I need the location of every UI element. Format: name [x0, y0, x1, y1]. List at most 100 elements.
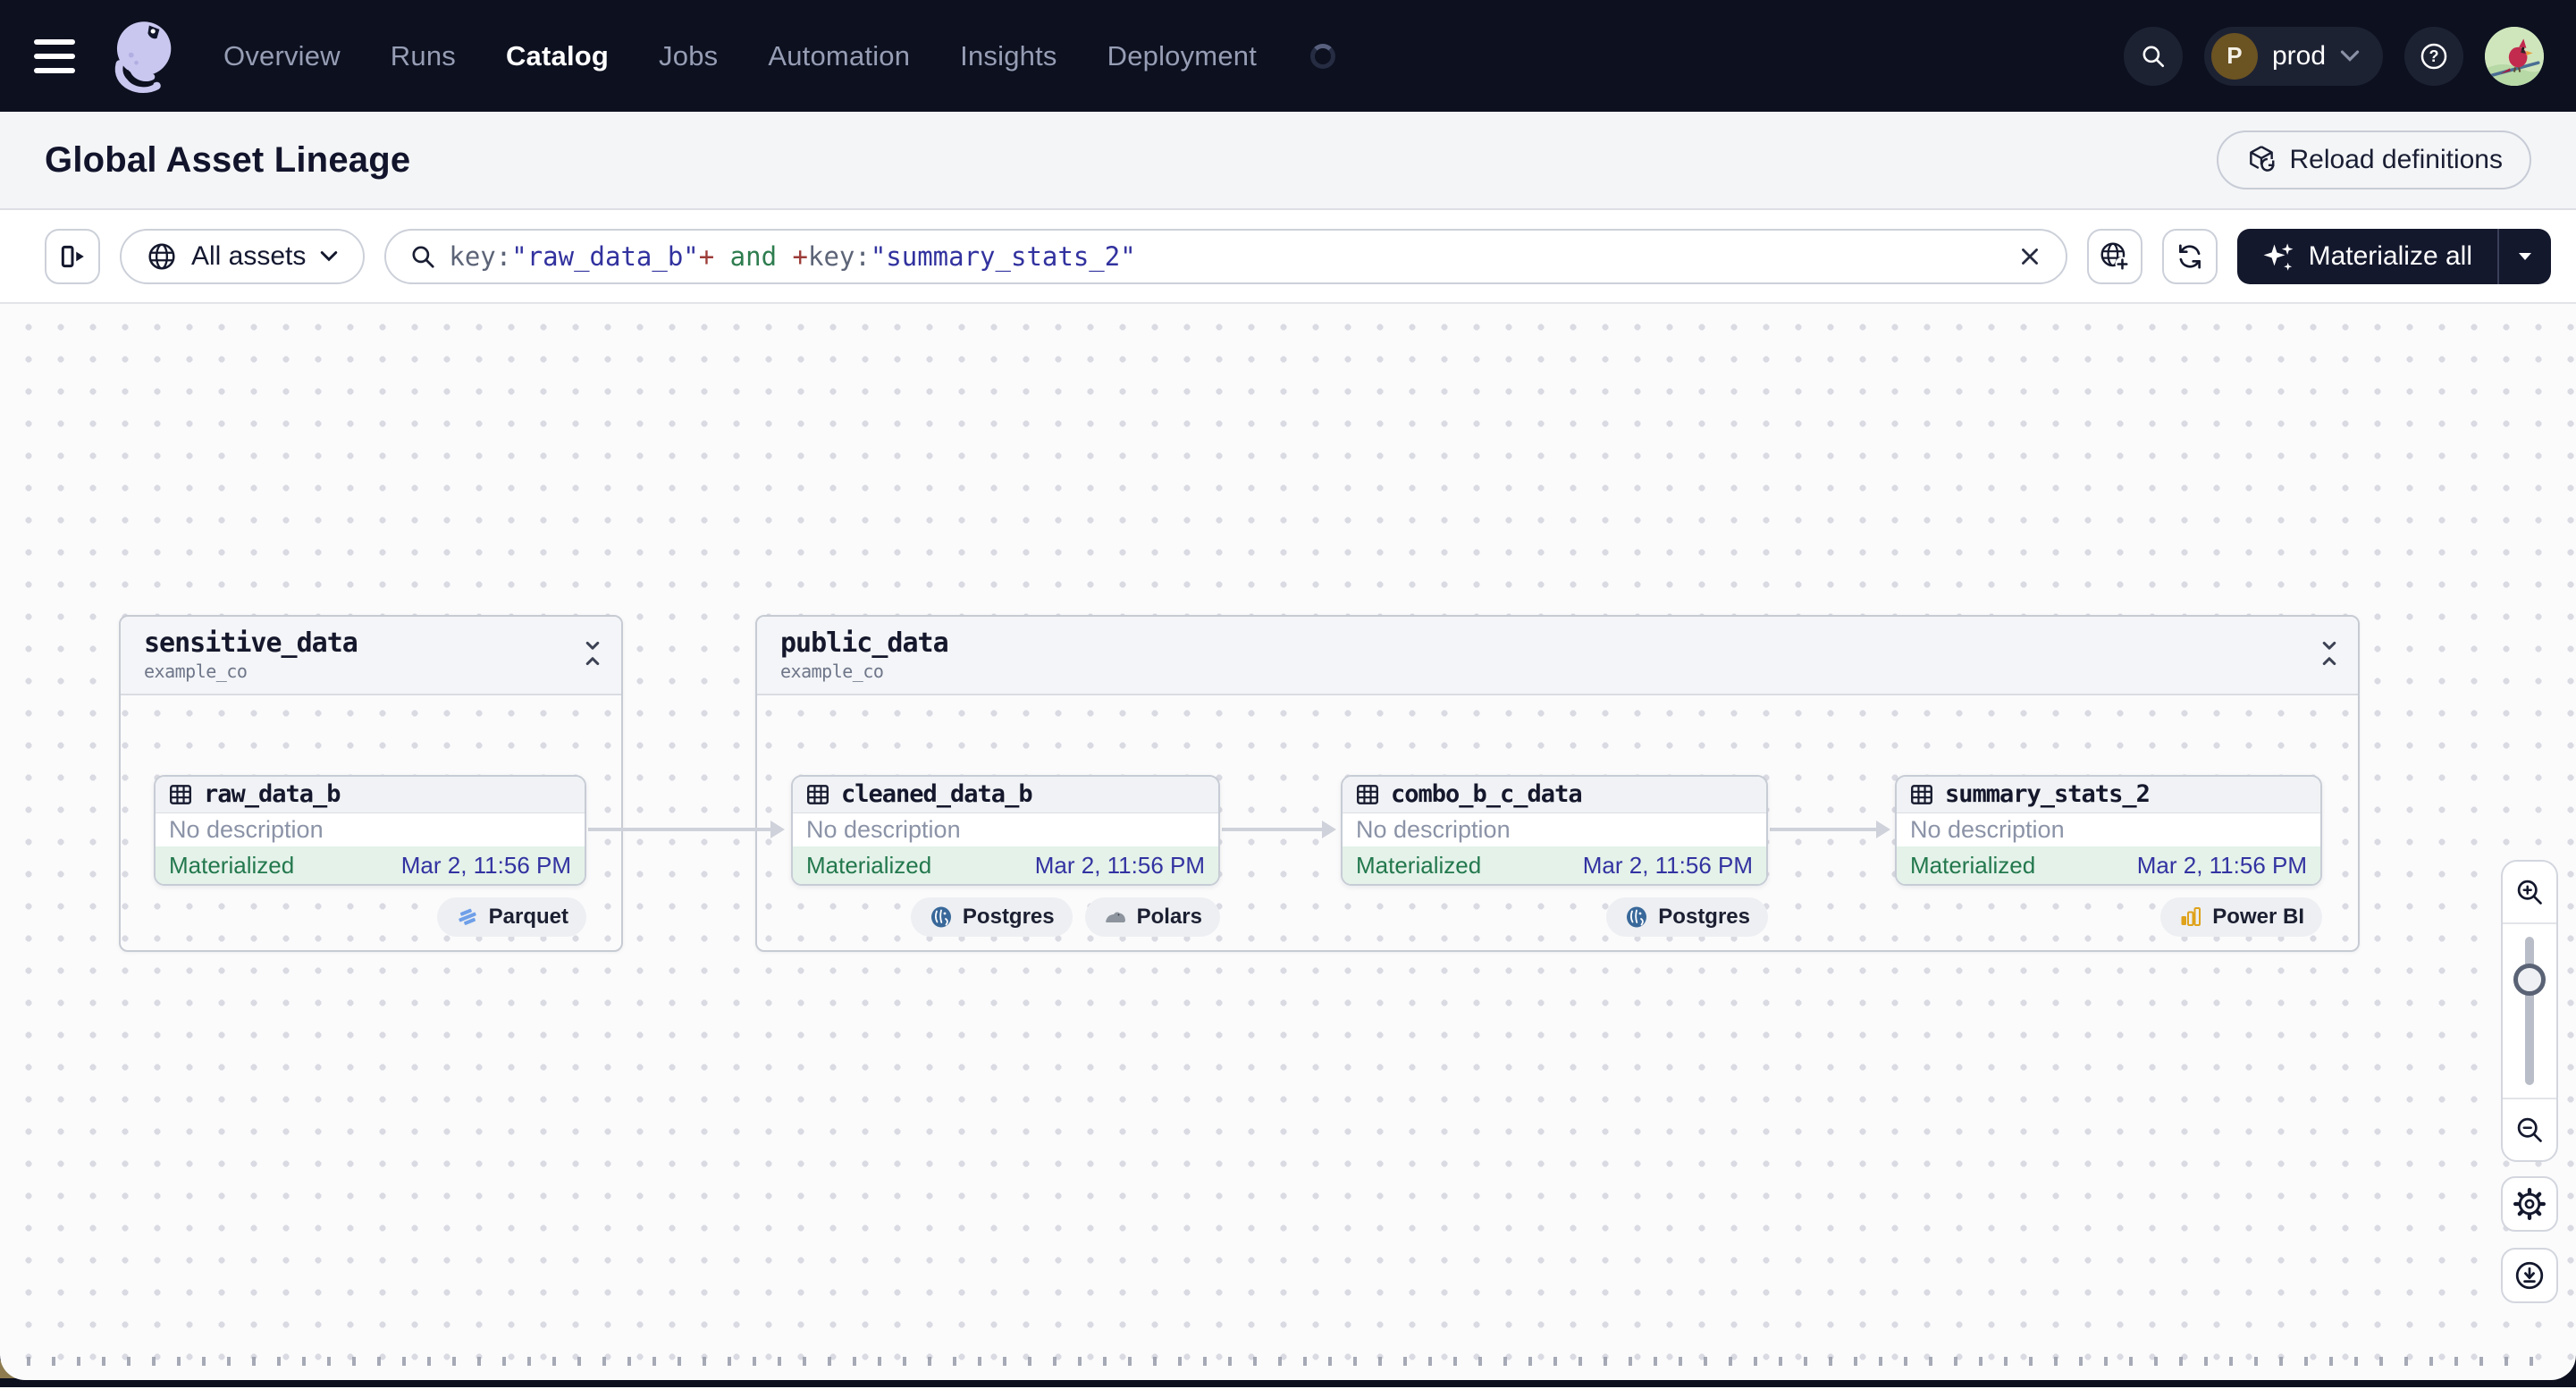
tag-postgres[interactable]: Postgres — [910, 897, 1073, 937]
user-avatar[interactable] — [2485, 26, 2544, 86]
asset-description: No description — [1910, 816, 2065, 844]
global-search-button[interactable] — [2123, 26, 2183, 86]
open-side-panel-button[interactable] — [45, 228, 100, 284]
search-query-text: key:"raw_data_b"+ and +key:"summary_stat… — [449, 240, 1136, 272]
asset-status-row: Materialized Mar 2, 11:56 PM — [156, 846, 585, 884]
lineage-edge — [1222, 821, 1336, 838]
reload-definitions-label: Reload definitions — [2289, 145, 2504, 174]
loading-spinner-icon — [1310, 43, 1336, 69]
collapse-group-button[interactable] — [582, 640, 603, 667]
group-header[interactable]: public_data example_co — [757, 617, 2358, 695]
materialization-timestamp: Mar 2, 11:56 PM — [2136, 851, 2307, 879]
nav-catalog[interactable]: Catalog — [506, 40, 609, 72]
zoom-out-button[interactable] — [2503, 1098, 2556, 1160]
tag-polars[interactable]: Polars — [1084, 897, 1220, 937]
group-repo: example_co — [780, 661, 884, 682]
refresh-icon — [2178, 243, 2201, 269]
search-icon — [2142, 46, 2164, 67]
download-icon — [2515, 1261, 2544, 1290]
group-name: public_data — [780, 627, 949, 659]
nav-insights[interactable]: Insights — [960, 40, 1056, 72]
help-button[interactable]: ? — [2404, 26, 2463, 86]
nav-jobs[interactable]: Jobs — [659, 40, 718, 72]
zoom-in-button[interactable] — [2503, 862, 2556, 924]
asset-node-summary-stats-2[interactable]: summary_stats_2 No description Materiali… — [1895, 775, 2322, 886]
nav-overview[interactable]: Overview — [223, 40, 341, 72]
zoom-slider[interactable] — [2503, 924, 2556, 1098]
materialization-timestamp: Mar 2, 11:56 PM — [400, 851, 571, 879]
reload-definitions-button[interactable]: Reload definitions — [2216, 130, 2531, 189]
cardinal-bird-avatar-icon — [2485, 26, 2544, 86]
navbar-right: P prod ? — [2123, 26, 2544, 86]
nav-runs[interactable]: Runs — [391, 40, 456, 72]
deployment-name: prod — [2271, 40, 2326, 71]
lineage-canvas[interactable]: sensitive_data example_co public_data ex… — [0, 304, 2576, 1380]
group-name: sensitive_data — [144, 627, 358, 659]
add-scope-button[interactable] — [2086, 228, 2142, 284]
top-navbar: Overview Runs Catalog Jobs Automation In… — [0, 0, 2576, 112]
download-graph-button[interactable] — [2501, 1248, 2558, 1303]
nav-automation[interactable]: Automation — [768, 40, 910, 72]
polars-icon — [1105, 912, 1125, 922]
deployment-initial-badge: P — [2210, 32, 2258, 80]
tag-parquet[interactable]: Parquet — [436, 897, 586, 937]
table-icon — [170, 784, 191, 804]
deployment-switcher[interactable]: P prod — [2203, 26, 2383, 86]
asset-tags-raw-data-b: Parquet — [436, 897, 586, 937]
menu-icon[interactable] — [32, 38, 77, 75]
asset-scope-label: All assets — [191, 240, 307, 271]
materialize-all-button[interactable]: Materialize all — [2237, 229, 2497, 284]
materialize-options-button[interactable] — [2499, 229, 2551, 284]
clear-search-button[interactable] — [2017, 244, 2042, 269]
asset-name: summary_stats_2 — [1945, 780, 2151, 809]
group-repo: example_co — [144, 661, 248, 682]
materialize-split-button: Materialize all — [2236, 228, 2551, 284]
nav-deployment[interactable]: Deployment — [1107, 40, 1257, 72]
asset-tags-summary-stats-2: Power BI — [2160, 897, 2322, 937]
globe-plus-icon — [2100, 241, 2130, 271]
materialization-timestamp: Mar 2, 11:56 PM — [1582, 851, 1753, 879]
zoom-slider-thumb[interactable] — [2513, 964, 2546, 996]
gear-icon — [2513, 1188, 2546, 1220]
table-icon — [1911, 784, 1932, 804]
lineage-edge — [1770, 821, 1890, 838]
zoom-in-icon — [2517, 880, 2542, 905]
asset-name: raw_data_b — [204, 780, 341, 809]
search-icon — [412, 245, 434, 268]
tag-power-bi[interactable]: Power BI — [2160, 897, 2322, 937]
zoom-slider-track[interactable] — [2525, 937, 2534, 1085]
main-nav: Overview Runs Catalog Jobs Automation In… — [223, 40, 1336, 72]
lineage-toolbar: All assets key:"raw_data_b"+ and +key:"s… — [0, 210, 2576, 304]
graph-settings-button[interactable] — [2501, 1176, 2558, 1232]
asset-node-raw-data-b[interactable]: raw_data_b No description Materialized M… — [154, 775, 586, 886]
page-title: Global Asset Lineage — [45, 139, 411, 180]
question-icon: ? — [2420, 43, 2447, 69]
asset-status-row: Materialized Mar 2, 11:56 PM — [1897, 846, 2320, 884]
status-badge: Materialized — [806, 851, 932, 879]
asset-node-combo-b-c-data[interactable]: combo_b_c_data No description Materializ… — [1341, 775, 1768, 886]
close-icon — [2021, 248, 2038, 265]
asset-name: cleaned_data_b — [841, 780, 1033, 809]
collapse-icon — [2322, 641, 2336, 666]
collapse-group-button[interactable] — [2319, 640, 2340, 667]
status-badge: Materialized — [169, 851, 295, 879]
table-icon — [807, 784, 829, 804]
globe-icon — [148, 242, 175, 270]
refresh-button[interactable] — [2161, 228, 2218, 284]
collapse-icon — [585, 641, 600, 666]
asset-tags-combo-b-c-data: Postgres — [1606, 897, 1768, 937]
status-badge: Materialized — [1356, 851, 1482, 879]
zoom-out-icon — [2517, 1117, 2542, 1142]
asset-scope-dropdown[interactable]: All assets — [120, 228, 366, 284]
postgres-icon — [1627, 906, 1647, 928]
materialization-timestamp: Mar 2, 11:56 PM — [1034, 851, 1205, 879]
asset-node-cleaned-data-b[interactable]: cleaned_data_b No description Materializ… — [791, 775, 1220, 886]
group-header[interactable]: sensitive_data example_co — [121, 617, 621, 695]
caret-down-icon — [2519, 252, 2531, 260]
asset-search-input[interactable]: key:"raw_data_b"+ and +key:"summary_stat… — [384, 228, 2067, 284]
asset-status-row: Materialized Mar 2, 11:56 PM — [793, 846, 1218, 884]
tag-postgres[interactable]: Postgres — [1606, 897, 1768, 937]
panel-expand-icon — [61, 245, 84, 267]
asset-tags-cleaned-data-b: Postgres Polars — [910, 897, 1220, 937]
dagster-logo-icon[interactable] — [104, 13, 189, 99]
